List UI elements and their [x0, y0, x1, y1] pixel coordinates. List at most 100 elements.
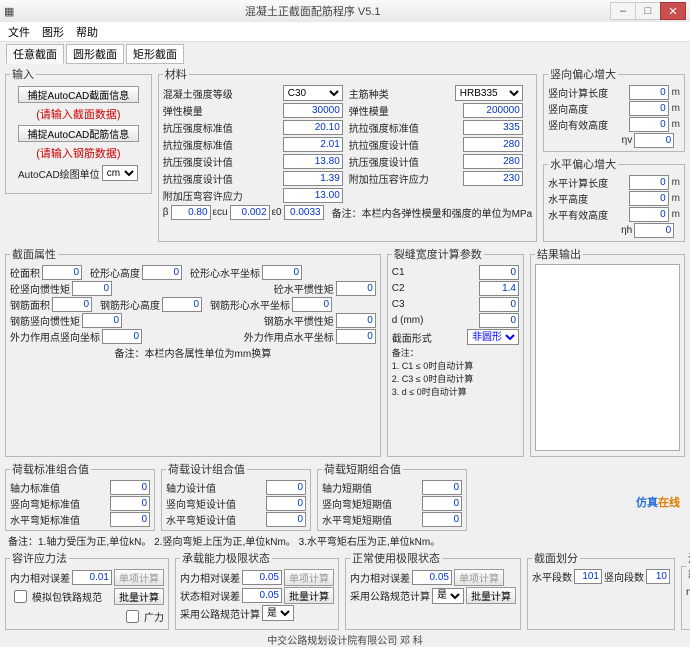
gl-chk[interactable]: [126, 610, 139, 623]
input-legend: 输入: [10, 66, 36, 82]
rail-chk[interactable]: [14, 590, 27, 603]
ult-single: 单项计算: [284, 569, 334, 586]
fyc2-label: 附加拉压容许应力: [349, 171, 429, 186]
allow-single: 单项计算: [114, 569, 164, 586]
sec-ch[interactable]: [142, 265, 182, 280]
eccH-eff[interactable]: [629, 207, 669, 222]
norm-batch[interactable]: 批量计算: [466, 587, 516, 604]
cap-section-btn[interactable]: 捕捉AutoCAD截面信息: [18, 86, 139, 103]
st-n[interactable]: [422, 480, 462, 495]
fld-input[interactable]: [283, 171, 343, 186]
sec-area[interactable]: [42, 265, 82, 280]
st-mx[interactable]: [422, 512, 462, 527]
c1[interactable]: [479, 265, 519, 280]
allow-legend: 容许应力法: [10, 550, 69, 566]
div-v[interactable]: [646, 569, 670, 584]
ecu-label: εcu: [213, 207, 228, 218]
eccY-len[interactable]: [629, 85, 669, 100]
menu-help[interactable]: 帮助: [76, 24, 98, 39]
emod2-input[interactable]: [463, 103, 523, 118]
force-x[interactable]: [336, 329, 376, 344]
fld2-input[interactable]: [463, 137, 523, 152]
c3[interactable]: [479, 297, 519, 312]
emod-input[interactable]: [283, 103, 343, 118]
fyc2-input[interactable]: [463, 171, 523, 186]
steel-area[interactable]: [52, 297, 92, 312]
output-text[interactable]: [535, 264, 680, 451]
crack-type[interactable]: 非圆形: [467, 329, 519, 345]
ult-err[interactable]: [242, 570, 282, 585]
ult-road[interactable]: 是: [262, 605, 294, 621]
c2[interactable]: [479, 281, 519, 296]
eccY-ht[interactable]: [629, 101, 669, 116]
section-tabs: 任意截面 圆形截面 矩形截面: [6, 44, 690, 64]
flk-input[interactable]: [283, 137, 343, 152]
close-button[interactable]: ✕: [660, 2, 686, 20]
beta-input[interactable]: [171, 205, 211, 220]
sec-cw[interactable]: [262, 265, 302, 280]
flk-label: 抗拉强度标准值: [163, 137, 233, 152]
load-std-legend: 荷载标准组合值: [10, 461, 91, 477]
sec-ix[interactable]: [336, 281, 376, 296]
eccH-ht-label: 水平高度: [548, 191, 588, 206]
allow-batch[interactable]: 批量计算: [114, 588, 164, 605]
load-st-legend: 荷载短期组合值: [322, 461, 403, 477]
dsn-mx[interactable]: [266, 512, 306, 527]
tab-circle[interactable]: 圆形截面: [66, 44, 124, 64]
std-n[interactable]: [110, 480, 150, 495]
menu-bar: 文件 图形 帮助: [0, 22, 690, 42]
tab-any-section[interactable]: 任意截面: [6, 44, 64, 64]
ult-st[interactable]: [242, 588, 282, 603]
etah[interactable]: [634, 223, 674, 238]
fck-label: 抗压强度标准值: [163, 120, 233, 135]
fyc-input[interactable]: [283, 188, 343, 203]
d[interactable]: [479, 313, 519, 328]
fcd2-input[interactable]: [463, 154, 523, 169]
minimize-button[interactable]: –: [610, 2, 636, 20]
ecu-input[interactable]: [230, 205, 270, 220]
dsn-n[interactable]: [266, 480, 306, 495]
fcd-label: 抗压强度设计值: [163, 154, 233, 169]
e0-label: ε0: [272, 207, 282, 218]
cap-rebar-btn[interactable]: 捕捉AutoCAD配筋信息: [18, 125, 139, 142]
eccH-len[interactable]: [629, 175, 669, 190]
grade-select[interactable]: C30: [283, 85, 343, 101]
etav[interactable]: [634, 133, 674, 148]
dsn-my[interactable]: [266, 496, 306, 511]
fyc-label: 附加压弯容许应力: [163, 188, 243, 203]
tab-rect[interactable]: 矩形截面: [126, 44, 184, 64]
fcd-input[interactable]: [283, 154, 343, 169]
steel-ch[interactable]: [162, 297, 202, 312]
eccH-eff-label: 水平有效高度: [548, 207, 608, 222]
st-my[interactable]: [422, 496, 462, 511]
menu-shape[interactable]: 图形: [42, 24, 64, 39]
allow-err[interactable]: [72, 570, 112, 585]
eccH-ht[interactable]: [629, 191, 669, 206]
div-h[interactable]: [574, 569, 602, 584]
fck-input[interactable]: [283, 120, 343, 135]
eccY-eff[interactable]: [629, 117, 669, 132]
force-y[interactable]: [102, 329, 142, 344]
flk2-input[interactable]: [463, 120, 523, 135]
unit-select[interactable]: cm: [102, 165, 138, 181]
etav-label: ηv: [622, 135, 633, 146]
load-dsn-legend: 荷载设计组合值: [166, 461, 247, 477]
std-my[interactable]: [110, 496, 150, 511]
material-legend: 材料: [163, 66, 189, 82]
steel-ix[interactable]: [336, 313, 376, 328]
steel-cw[interactable]: [292, 297, 332, 312]
maximize-button[interactable]: □: [635, 2, 661, 20]
steel-iy[interactable]: [82, 313, 122, 328]
std-mx[interactable]: [110, 512, 150, 527]
rebar-select[interactable]: HRB335: [455, 85, 523, 101]
norm-err[interactable]: [412, 570, 452, 585]
footer: 中交公路规划设计院有限公司 邓 科: [0, 632, 690, 647]
menu-file[interactable]: 文件: [8, 24, 30, 39]
ult-batch[interactable]: 批量计算: [284, 587, 334, 604]
eccY-len-label: 竖向计算长度: [548, 85, 608, 100]
window-title: 混凝土正截面配筋程序 V5.1: [14, 3, 611, 19]
e0-input[interactable]: [284, 205, 324, 220]
window-icon: ▦: [4, 5, 14, 18]
norm-road[interactable]: 是: [432, 588, 464, 604]
sec-iy[interactable]: [72, 281, 112, 296]
